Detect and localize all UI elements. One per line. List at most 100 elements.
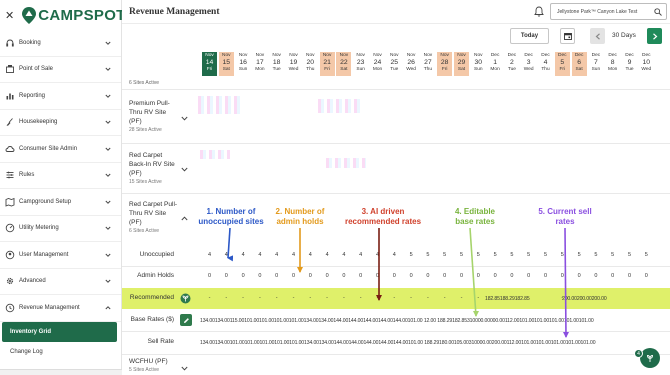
- date-day: 6: [577, 58, 581, 66]
- chevron-down-icon[interactable]: [105, 66, 111, 72]
- sidebar-item-label: User Management: [19, 251, 69, 258]
- date-column-header[interactable]: Dec 7 Sun: [588, 52, 603, 76]
- previous-button[interactable]: [590, 28, 605, 44]
- date-column-header[interactable]: Dec 2 Tue: [504, 52, 519, 76]
- date-column-header[interactable]: Nov 17 Mon: [252, 52, 267, 76]
- sidebar-item-user-management[interactable]: User Management: [0, 242, 121, 269]
- unoccupied-cell: 5: [611, 252, 615, 258]
- help-chat-button[interactable]: [640, 348, 660, 368]
- sidebar-item-booking[interactable]: Booking: [0, 30, 121, 57]
- sidebar: ✕ CAMPSPOT Booking Point of Sale Reporting…: [0, 0, 125, 375]
- sidebar-item-advanced[interactable]: Advanced: [0, 269, 121, 295]
- date-column-header[interactable]: Nov 18 Tue: [269, 52, 284, 76]
- date-column-header[interactable]: Nov 20 Thu: [303, 52, 318, 76]
- date-column-header[interactable]: Dec 1 Mon: [488, 52, 503, 76]
- date-column-header[interactable]: Nov 15 Sat: [218, 52, 234, 76]
- date-column-header[interactable]: Nov 21 Fri: [319, 52, 335, 76]
- park-selector[interactable]: Jellystone Park™ Canyon Lake Test: [550, 3, 667, 20]
- admin-holds-cell: 0: [325, 273, 329, 279]
- chevron-up-icon[interactable]: [105, 305, 111, 311]
- date-column-header[interactable]: Nov 24 Mon: [370, 52, 385, 76]
- date-weekday: Wed: [641, 66, 652, 72]
- site-group-wcfhu[interactable]: WCFHU (PF) 5 Sites Active: [129, 357, 179, 373]
- sidebar-item-rules[interactable]: Rules: [0, 163, 121, 189]
- site-group-red-carpet-pull-thru[interactable]: Red Carpet Pull-Thru RV Site (PF) 6 Site…: [129, 200, 179, 234]
- date-column-header[interactable]: Nov 16 Sun: [236, 52, 251, 76]
- date-month: Nov: [205, 53, 214, 58]
- calendar-button[interactable]: [560, 28, 575, 44]
- recommended-cell: -: [326, 295, 329, 301]
- date-weekday: Sat: [457, 66, 466, 72]
- chevron-down-icon[interactable]: [105, 93, 111, 99]
- sidebar-item-label: Advanced: [19, 278, 46, 285]
- chevron-down-icon[interactable]: [105, 199, 111, 205]
- date-column-header[interactable]: Dec 8 Mon: [605, 52, 620, 76]
- recommended-cell: -: [359, 295, 362, 301]
- date-column-header[interactable]: Dec 4 Thu: [538, 52, 553, 76]
- chevron-down-icon[interactable]: [181, 116, 188, 121]
- today-button[interactable]: Today: [510, 28, 549, 44]
- date-column-header[interactable]: Nov 22 Sat: [336, 52, 352, 76]
- user-icon: [5, 250, 15, 259]
- chevron-down-icon[interactable]: [105, 172, 111, 178]
- close-icon[interactable]: ✕: [5, 9, 14, 22]
- site-group-red-carpet-back-in[interactable]: Red Carpet Back-In RV Site (PF) 15 Sites…: [129, 151, 179, 185]
- unoccupied-row: Unoccupied 4 4 4 4 4 4 4 4 4 4 4 4 5 5 5 5 5 5 5 5 5 5 5 5 5 5 5: [122, 245, 670, 266]
- chevron-up-icon[interactable]: [181, 216, 188, 221]
- chevron-down-icon[interactable]: [105, 40, 111, 46]
- date-day: 23: [356, 58, 365, 66]
- admin-holds-cell: 0: [577, 273, 581, 279]
- date-column-header[interactable]: Nov 26 Wed: [404, 52, 419, 76]
- chevron-down-icon[interactable]: [181, 167, 188, 172]
- unoccupied-cell: 5: [493, 252, 497, 258]
- chevron-down-icon[interactable]: [105, 225, 111, 231]
- chevron-right-icon: [652, 32, 657, 40]
- date-column-header[interactable]: Nov 14 Fri: [202, 52, 217, 76]
- sidebar-item-housekeeping[interactable]: Housekeeping: [0, 110, 121, 136]
- date-column-header[interactable]: Nov 23 Sun: [353, 52, 368, 76]
- date-column-header[interactable]: Dec 3 Wed: [521, 52, 536, 76]
- sidebar-item-campground-setup[interactable]: Campground Setup: [0, 189, 121, 216]
- date-column-header[interactable]: Nov 19 Wed: [286, 52, 301, 76]
- date-column-header[interactable]: Nov 30 Sun: [471, 52, 486, 76]
- date-column-header[interactable]: Dec 6 Sat: [571, 52, 587, 76]
- sidebar-subitem-change-log[interactable]: Change Log: [0, 342, 121, 362]
- sidebar-subitem-inventory-grid[interactable]: Inventory Grid: [2, 321, 117, 342]
- chevron-down-icon[interactable]: [181, 366, 188, 371]
- date-column-header[interactable]: Nov 27 Thu: [420, 52, 435, 76]
- campspot-logo[interactable]: CAMPSPOT: [22, 6, 125, 24]
- search-icon[interactable]: [654, 8, 662, 16]
- site-group-premium-pull-thru[interactable]: Premium Pull-Thru RV Site (PF) 28 Sites …: [129, 99, 179, 133]
- chevron-down-icon[interactable]: [105, 119, 111, 125]
- sidebar-item-reporting[interactable]: Reporting: [0, 83, 121, 110]
- chevron-down-icon[interactable]: [105, 278, 111, 284]
- sidebar-item-revenue-management[interactable]: Revenue Management: [0, 295, 121, 322]
- date-column-header[interactable]: Nov 28 Fri: [437, 52, 453, 76]
- date-column-header[interactable]: Dec 10 Wed: [639, 52, 654, 76]
- date-column-header[interactable]: Nov 25 Tue: [387, 52, 402, 76]
- date-day: 8: [610, 58, 615, 66]
- site-group-name: Red Carpet Pull-Thru RV Site (PF): [129, 201, 178, 226]
- edit-base-rates-button[interactable]: [180, 314, 192, 326]
- recommended-cell: -: [376, 295, 379, 301]
- chevron-down-icon[interactable]: [105, 252, 111, 258]
- date-month: Nov: [390, 53, 399, 58]
- sidebar-item-consumer-site-admin[interactable]: Consumer Site Admin: [0, 136, 121, 163]
- date-day: 10: [642, 58, 651, 66]
- date-column-header[interactable]: Dec 9 Tue: [622, 52, 637, 76]
- date-day: 30: [474, 58, 483, 66]
- base-rates-values[interactable]: 134.00134.00115.00101.00101.00101.00101.…: [200, 318, 594, 324]
- chevron-down-icon[interactable]: [105, 146, 111, 152]
- date-month: Nov: [322, 53, 332, 58]
- date-month: Nov: [406, 53, 416, 58]
- date-day: 29: [457, 58, 466, 66]
- date-column-header[interactable]: Dec 5 Fri: [554, 52, 570, 76]
- site-group-count: 28 Sites Active: [129, 127, 162, 133]
- date-column-header[interactable]: Nov 29 Sat: [454, 52, 469, 76]
- sidebar-item-utility-metering[interactable]: Utility Metering: [0, 216, 121, 242]
- admin-holds-cell: 0: [375, 273, 380, 279]
- pencil-icon: [183, 317, 189, 323]
- next-button[interactable]: [647, 28, 662, 44]
- bell-icon[interactable]: [534, 6, 544, 17]
- sidebar-item-point-of-sale[interactable]: Point of Sale: [0, 57, 121, 83]
